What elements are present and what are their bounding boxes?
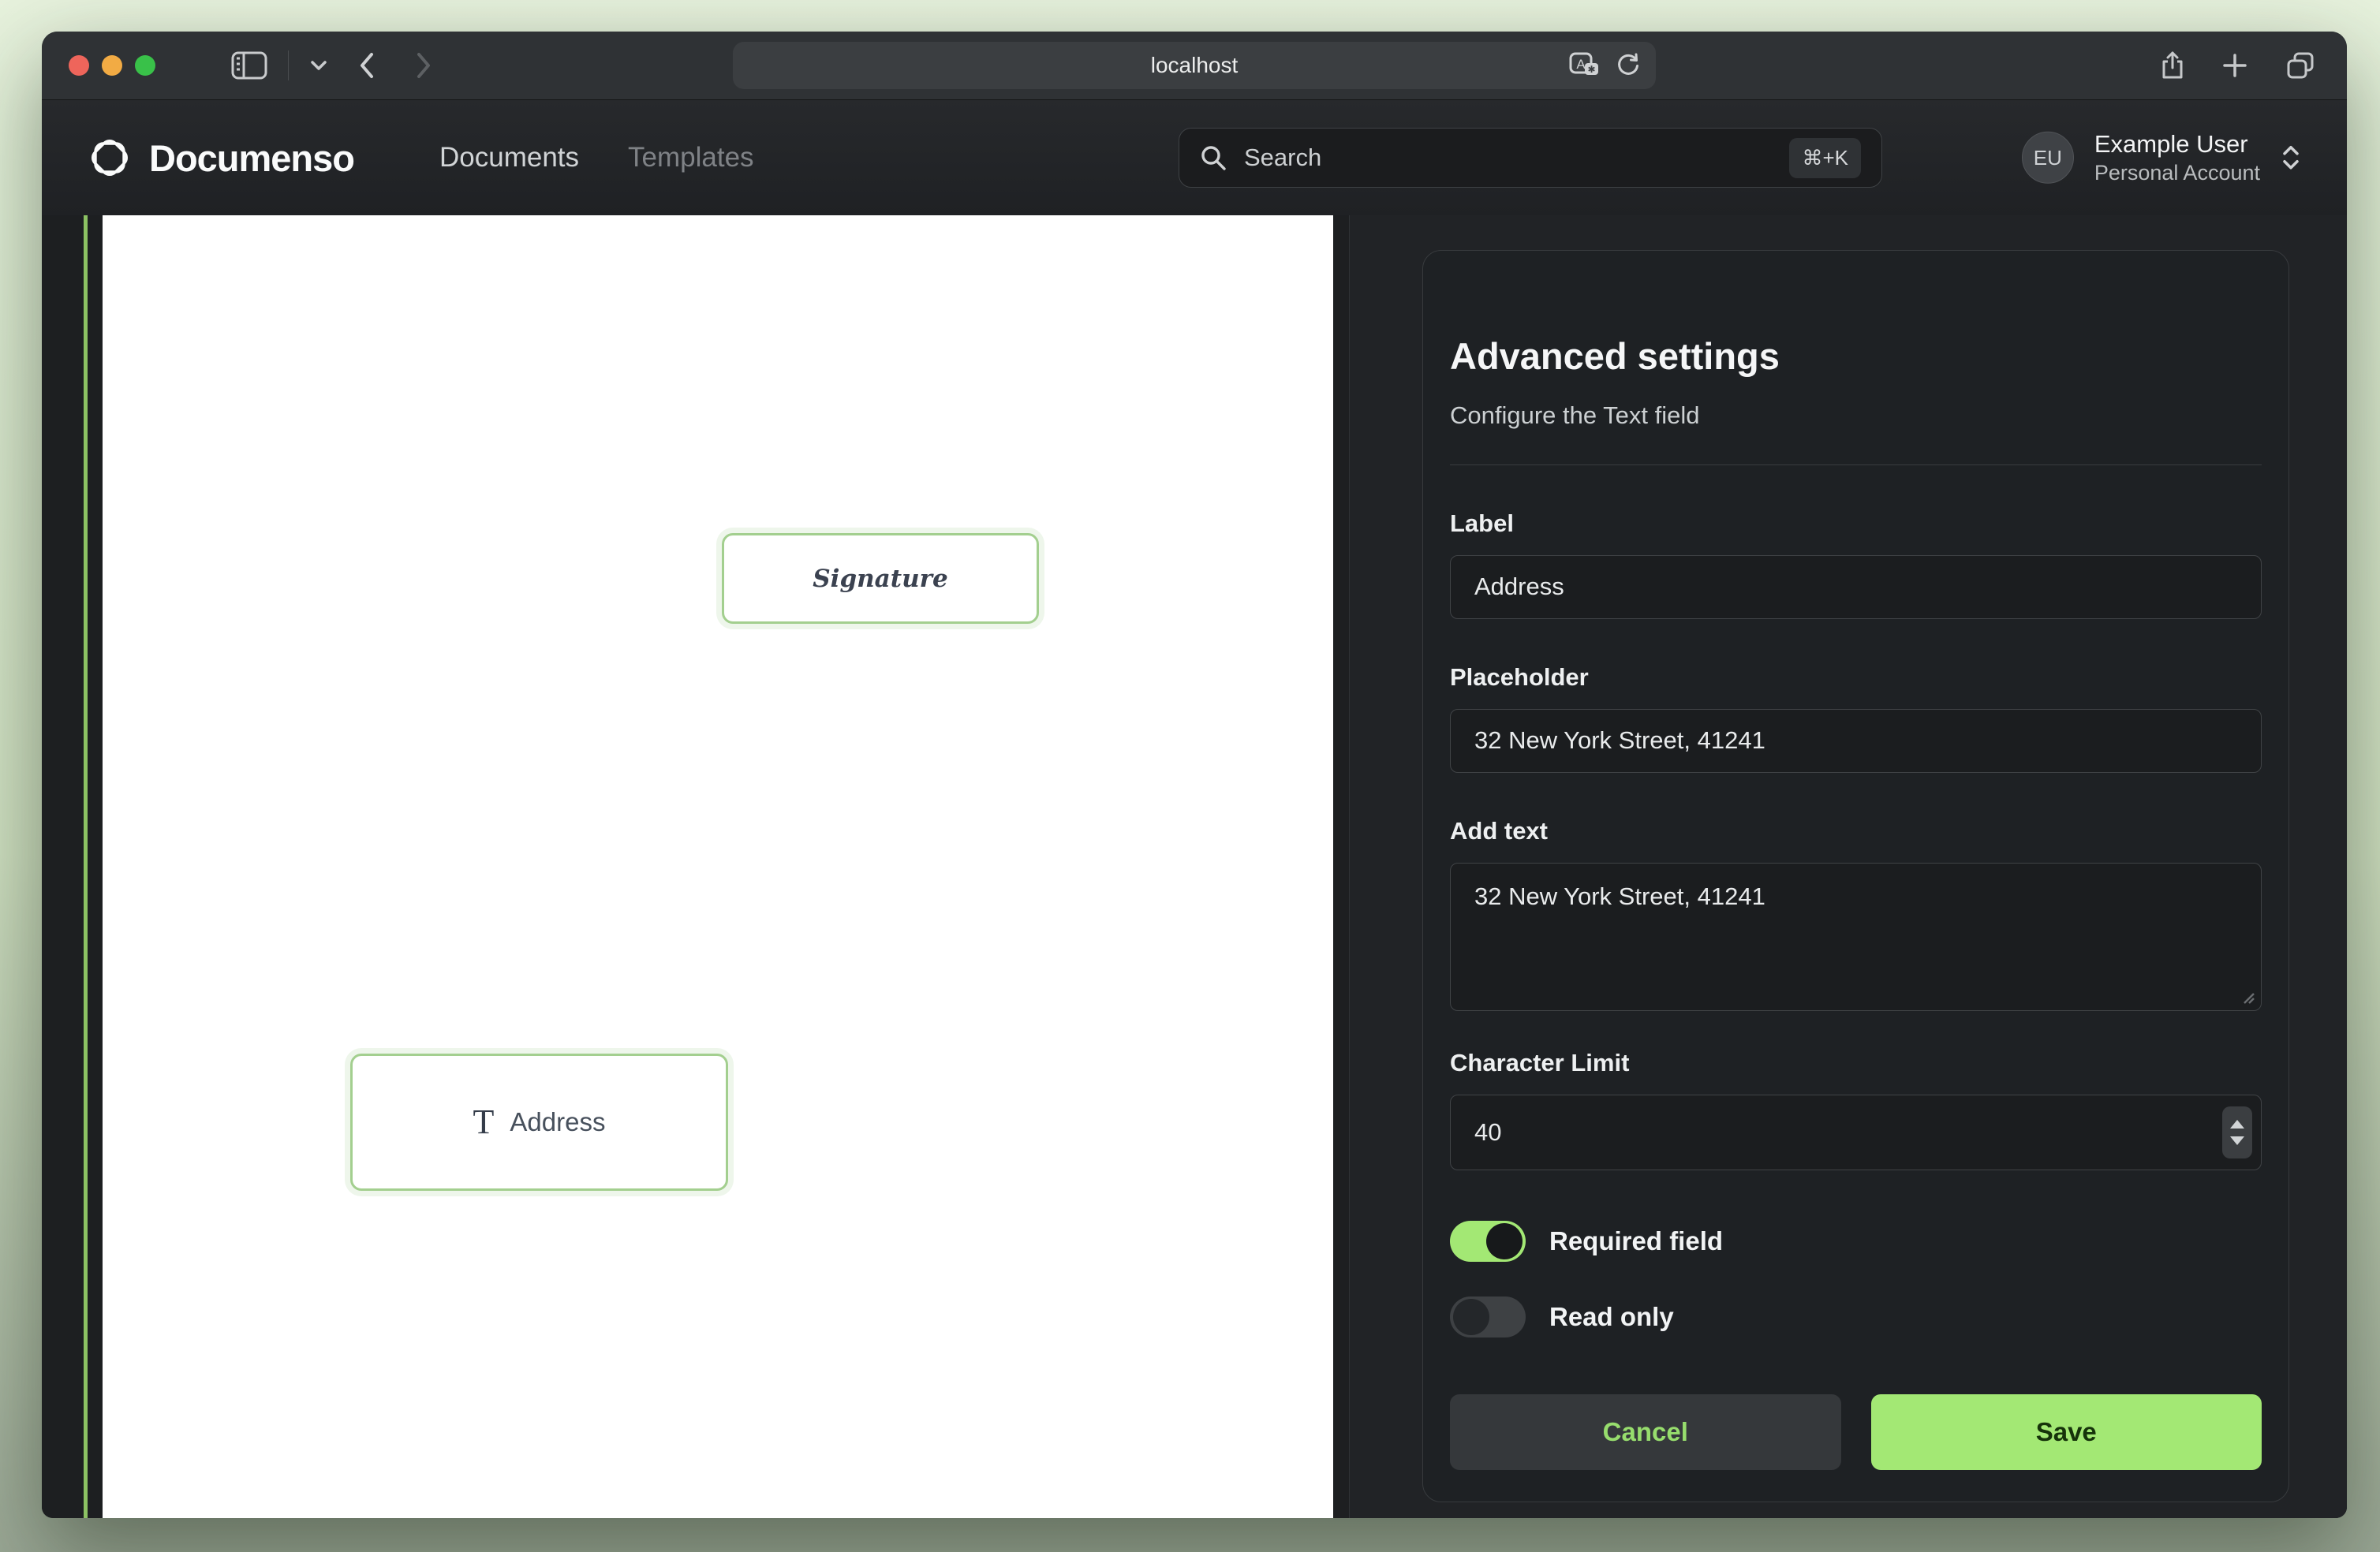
character-limit-label: Character Limit xyxy=(1450,1049,2262,1077)
stepper-up-icon[interactable] xyxy=(2230,1120,2244,1129)
signature-field-label: Signature xyxy=(813,565,947,593)
documenso-logo-icon xyxy=(88,136,132,180)
back-icon[interactable] xyxy=(358,51,375,80)
reload-icon[interactable] xyxy=(1615,52,1642,79)
browser-window: localhost A ✱ xyxy=(42,32,2347,1518)
label-field-label: Label xyxy=(1450,509,2262,538)
app-header: Documenso Documents Templates ⌘+K EU Exa… xyxy=(42,100,2347,215)
advanced-settings-panel: Advanced settings Configure the Text fie… xyxy=(1422,250,2289,1502)
read-only-toggle[interactable] xyxy=(1450,1296,1526,1337)
text-field-address[interactable]: T Address xyxy=(350,1054,728,1191)
panel-subtitle: Configure the Text field xyxy=(1450,401,2262,430)
account-menu[interactable]: EU Example User Personal Account xyxy=(2022,129,2301,187)
add-text-field-label: Add text xyxy=(1450,817,2262,845)
browser-toolbar: localhost A ✱ xyxy=(42,32,2347,100)
save-button[interactable]: Save xyxy=(1871,1394,2262,1470)
read-only-toggle-label: Read only xyxy=(1549,1302,1674,1332)
zoom-window-button[interactable] xyxy=(135,55,155,76)
number-stepper[interactable] xyxy=(2222,1106,2252,1158)
search-icon xyxy=(1200,144,1227,171)
nav-templates[interactable]: Templates xyxy=(628,142,754,173)
main-content: Signature T Address Advanced settings Co… xyxy=(42,215,2347,1518)
new-tab-icon[interactable] xyxy=(2222,53,2247,78)
tab-group-chevron-icon[interactable] xyxy=(309,59,328,72)
required-field-toggle-label: Required field xyxy=(1549,1226,1723,1256)
main-nav: Documents Templates xyxy=(439,142,754,173)
signature-field[interactable]: Signature xyxy=(722,533,1039,624)
address-bar[interactable]: localhost A ✱ xyxy=(733,42,1656,89)
account-switcher-chevron-icon xyxy=(2281,144,2301,172)
document-edge-highlight xyxy=(84,215,88,1518)
character-limit-input[interactable] xyxy=(1450,1095,2262,1170)
traffic-lights xyxy=(69,55,155,76)
avatar: EU xyxy=(2022,132,2074,184)
sidebar-toggle-icon[interactable] xyxy=(231,51,267,80)
share-icon[interactable] xyxy=(2161,50,2184,80)
svg-text:A: A xyxy=(1576,57,1586,72)
placeholder-input[interactable] xyxy=(1450,709,2262,773)
add-text-textarea[interactable] xyxy=(1450,863,2262,1011)
keyboard-shortcut-badge: ⌘+K xyxy=(1789,138,1861,178)
panel-divider xyxy=(1450,464,2262,465)
svg-text:✱: ✱ xyxy=(1587,64,1595,75)
account-type: Personal Account xyxy=(2094,160,2260,187)
toggle-knob xyxy=(1486,1223,1523,1259)
placeholder-field-label: Placeholder xyxy=(1450,663,2262,692)
document-page: Signature T Address xyxy=(103,215,1333,1518)
close-window-button[interactable] xyxy=(69,55,89,76)
settings-sidebar: Advanced settings Configure the Text fie… xyxy=(1349,215,2347,1518)
brand-name: Documenso xyxy=(149,136,354,180)
label-input[interactable] xyxy=(1450,555,2262,619)
user-name: Example User xyxy=(2094,129,2260,160)
tab-overview-icon[interactable] xyxy=(2285,51,2315,80)
panel-title: Advanced settings xyxy=(1450,334,2262,378)
nav-documents[interactable]: Documents xyxy=(439,142,579,173)
toggle-knob xyxy=(1453,1299,1489,1335)
required-field-toggle[interactable] xyxy=(1450,1221,1526,1262)
toolbar-divider xyxy=(288,50,289,80)
text-field-type-icon: T xyxy=(473,1105,495,1140)
url-text: localhost xyxy=(1151,53,1239,78)
brand[interactable]: Documenso xyxy=(88,136,354,180)
text-field-label: Address xyxy=(510,1107,605,1137)
textarea-resize-icon[interactable] xyxy=(2240,989,2255,1005)
minimize-window-button[interactable] xyxy=(102,55,122,76)
stepper-down-icon[interactable] xyxy=(2230,1136,2244,1145)
cancel-button[interactable]: Cancel xyxy=(1450,1394,1841,1470)
forward-icon[interactable] xyxy=(415,51,432,80)
search-input[interactable] xyxy=(1244,144,1772,172)
translate-icon[interactable]: A ✱ xyxy=(1569,52,1601,79)
global-search[interactable]: ⌘+K xyxy=(1179,128,1882,188)
